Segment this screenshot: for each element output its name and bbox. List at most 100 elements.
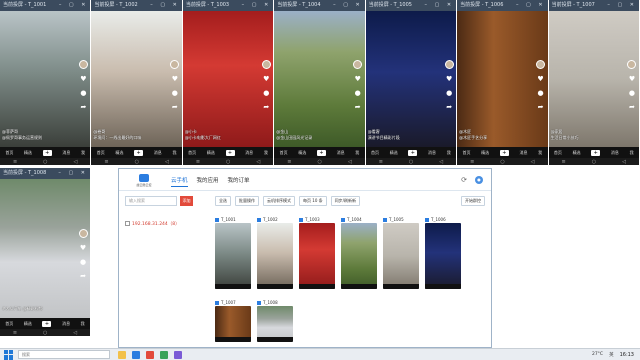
device-screen-thumbnail[interactable] (215, 305, 251, 342)
nav-featured[interactable]: 精选 (573, 150, 581, 156)
user-avatar[interactable]: ● (475, 176, 483, 184)
nav-inbox[interactable]: 消息 (611, 150, 619, 156)
comment-icon[interactable]: ● (355, 89, 361, 97)
nav-home[interactable]: 首页 (188, 150, 196, 156)
nav-home[interactable]: 首页 (371, 150, 379, 156)
window-controls[interactable]: – ▢ ✕ (242, 0, 272, 11)
nav-plus[interactable]: + (225, 149, 235, 156)
nav-me[interactable]: 我 (81, 321, 85, 327)
back-icon[interactable]: ◁ (256, 159, 260, 165)
nav-me[interactable]: 我 (630, 150, 634, 156)
nav-featured[interactable]: 精选 (390, 150, 398, 156)
share-icon[interactable]: ➦ (80, 273, 86, 280)
phone-window[interactable]: 当前投屏 - T_1002– ▢ ✕ ♥ ● ➦ @卷哥 环境问：一线出最好的口味 首页 精选… (91, 0, 182, 165)
device-card[interactable]: T_1004 (341, 217, 377, 295)
tab[interactable]: 我的应用 (197, 176, 219, 187)
back-icon[interactable]: ◁ (74, 159, 78, 165)
phone-window[interactable]: 当前投屏 - T_1005– ▢ ✕ ♥ ● ➦ @看客 演讲节目精彩片段 首页 精选 + 消息 我… (365, 0, 457, 165)
checkbox[interactable] (341, 218, 345, 222)
avatar[interactable] (78, 59, 88, 69)
device-card[interactable]: T_1005 (383, 217, 419, 295)
nav-home[interactable]: 首页 (5, 321, 13, 327)
nav-inbox[interactable]: 消息 (519, 150, 527, 156)
language-indicator[interactable]: 英 (609, 352, 614, 358)
nav-featured[interactable]: 精选 (24, 150, 32, 156)
home-icon[interactable]: ○ (43, 159, 47, 165)
nav-me[interactable]: 我 (172, 150, 176, 156)
share-icon[interactable]: ➦ (629, 103, 635, 111)
checkbox[interactable] (125, 221, 130, 226)
phone-titlebar[interactable]: 当前投屏 - T_1006– ▢ ✕ (457, 0, 548, 11)
device-screen-thumbnail[interactable] (257, 305, 293, 342)
phone-titlebar[interactable]: 当前投屏 - T_1002– ▢ ✕ (91, 0, 182, 11)
windows-start-icon[interactable] (4, 349, 14, 360)
checkbox[interactable] (215, 300, 219, 305)
nav-featured[interactable]: 精选 (115, 150, 123, 156)
home-icon[interactable]: ○ (409, 159, 413, 165)
phone-screen[interactable]: ♥ ● ➦ @木匠 @木匠手艺分享 (457, 11, 548, 147)
share-icon[interactable]: ➦ (355, 103, 361, 111)
taskbar-search-input[interactable]: 搜索 (18, 350, 110, 359)
add-button[interactable]: 添加 (180, 196, 193, 206)
phone-titlebar[interactable]: 当前投屏 - T_1001– ▢ ✕ (0, 0, 91, 11)
share-icon[interactable]: ➦ (263, 103, 269, 111)
phone-window[interactable]: 当前投屏 - T_1003– ▢ ✕ ♥ ● ➦ @小卡 @小卡电影大厂网红 首页 精选 + 消息… (182, 0, 274, 165)
nav-home[interactable]: 首页 (5, 150, 13, 156)
toolbar-button[interactable]: 同步/刷新新 (330, 196, 360, 206)
comment-icon[interactable]: ● (629, 89, 635, 97)
phone-titlebar[interactable]: 当前投屏 - T_1003– ▢ ✕ (182, 0, 274, 11)
phone-screen[interactable]: ♥ ● ➦ @菲萨哥 @佩罗哥事务运营规则 (0, 11, 91, 147)
menu-icon[interactable]: ≡ (470, 159, 474, 165)
menu-icon[interactable]: ≡ (13, 159, 17, 165)
phone-screen[interactable]: ♥ ● ➦ @金山 @金山田园风光记录 (274, 11, 365, 147)
nav-plus[interactable]: + (316, 149, 326, 156)
back-icon[interactable]: ◁ (531, 159, 535, 165)
nav-inbox[interactable]: 消息 (337, 150, 345, 156)
phone-screen[interactable]: ♥ ● ➦ @家居 生活日常小技巧 (548, 11, 639, 147)
heart-icon[interactable]: ♥ (537, 75, 543, 83)
phone-titlebar[interactable]: 当前投屏 - T_1007– ▢ ✕ (548, 0, 639, 11)
heart-icon[interactable]: ♥ (355, 75, 361, 83)
menu-icon[interactable]: ≡ (379, 159, 383, 165)
comment-icon[interactable]: ● (263, 89, 269, 97)
nav-me[interactable]: 我 (355, 150, 359, 156)
window-controls[interactable]: – ▢ ✕ (58, 168, 88, 179)
nav-me[interactable]: 我 (264, 150, 268, 156)
home-icon[interactable]: ○ (500, 159, 504, 165)
app-icon[interactable] (160, 350, 168, 359)
checkbox[interactable] (299, 218, 303, 222)
nav-inbox[interactable]: 消息 (428, 150, 436, 156)
phone-screen[interactable]: ♥ ● ➦ #大众汽车 @精彩视频 (0, 179, 90, 318)
nav-home[interactable]: 首页 (97, 150, 105, 156)
avatar[interactable] (536, 59, 546, 69)
comment-icon[interactable]: ● (538, 89, 544, 97)
checkbox[interactable] (257, 218, 261, 222)
comment-icon[interactable]: ● (172, 89, 178, 97)
home-icon[interactable]: ○ (226, 159, 230, 165)
device-card[interactable]: T_1008 (257, 300, 293, 348)
phone-window[interactable]: 当前投屏 - T_1004– ▢ ✕ ♥ ● ➦ @金山 @金山田园风光记录 首页 精选 + 消息… (274, 0, 365, 165)
avatar[interactable] (170, 59, 180, 69)
tab[interactable]: 我的订单 (228, 176, 250, 187)
device-screen-thumbnail[interactable] (425, 223, 461, 289)
nav-featured[interactable]: 精选 (481, 150, 489, 156)
avatar[interactable] (261, 59, 271, 69)
home-icon[interactable]: ○ (43, 330, 47, 336)
heart-icon[interactable]: ♥ (629, 75, 635, 83)
refresh-icon[interactable]: ⟳ (461, 176, 467, 184)
checkbox[interactable] (383, 218, 387, 222)
share-icon[interactable]: ➦ (172, 103, 178, 111)
nav-inbox[interactable]: 消息 (62, 150, 70, 156)
phone-titlebar[interactable]: 当前投屏 - T_1004– ▢ ✕ (274, 0, 365, 11)
share-icon[interactable]: ➦ (446, 103, 452, 111)
checkbox[interactable] (425, 218, 429, 222)
back-icon[interactable]: ◁ (165, 159, 169, 165)
heart-icon[interactable]: ♥ (263, 75, 269, 83)
nav-plus[interactable]: + (499, 149, 509, 156)
checkbox[interactable] (215, 218, 219, 222)
tab[interactable]: 云手机 (171, 176, 188, 187)
checkbox[interactable] (257, 300, 261, 305)
phone-screen[interactable]: ♥ ● ➦ @看客 演讲节目精彩片段 (365, 11, 457, 147)
nav-inbox[interactable]: 消息 (154, 150, 162, 156)
clock[interactable]: 16:13 (620, 352, 634, 358)
